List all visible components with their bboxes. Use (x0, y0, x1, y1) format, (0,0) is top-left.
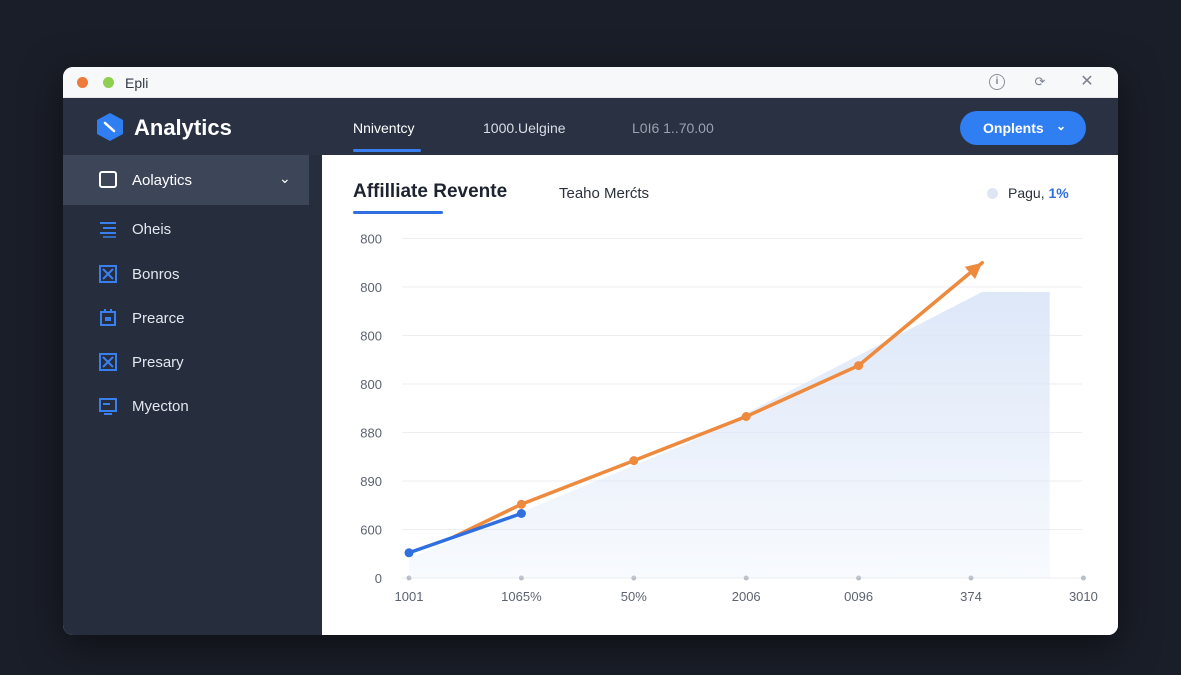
title-underline (353, 211, 443, 214)
legend-text: Pagu, (1008, 185, 1045, 201)
data-point (741, 411, 751, 421)
y-tick-label: 800 (360, 329, 382, 344)
sidebar-item-myecton[interactable]: Myecton (63, 386, 309, 426)
options-button[interactable]: Onplents ⌄ (960, 111, 1086, 145)
area-series (409, 291, 1050, 578)
legend-value: 1% (1048, 185, 1069, 201)
chart-title: Affilliate Revente (353, 181, 508, 202)
sidebar-item-label: Bonros (132, 266, 180, 283)
refresh-icon[interactable]: ⟳ (1032, 74, 1048, 90)
top-bar: Analytics Nniventcy 1000.Uelgine L0I6 1.… (63, 98, 1118, 155)
chart-subtitle[interactable]: Teaho Merćts (559, 185, 649, 202)
y-tick-label: 880 (360, 426, 382, 441)
legend-label: Pagu, 1% (1008, 185, 1069, 201)
logo-icon (97, 113, 123, 141)
list-icon (100, 222, 116, 238)
x-tick-label: 3010 (1069, 589, 1098, 604)
main-panel: Affilliate Revente Teaho Merćts Pagu, 1%… (322, 155, 1118, 635)
close-icon[interactable]: ✕ (1079, 74, 1095, 90)
sidebar-item-analytics[interactable]: Aolaytics ⌄ (63, 155, 309, 205)
tab-loi6[interactable]: L0I6 1..70.00 (632, 120, 714, 136)
x-tick-label: 1001 (395, 589, 424, 604)
y-tick-label: 600 (360, 523, 382, 538)
legend-marker (987, 188, 998, 199)
tab-uelgine[interactable]: 1000.Uelgine (483, 120, 566, 136)
chevron-down-icon: ⌄ (1056, 119, 1067, 133)
dashboard-icon (99, 171, 117, 188)
box-x-icon (99, 265, 117, 283)
x-tick-label: 374 (960, 589, 982, 604)
y-tick-label: 890 (360, 474, 382, 489)
sidebar-item-label: Presary (132, 354, 184, 371)
sidebar-item-label: Aolaytics (132, 172, 193, 189)
monitor-icon (99, 398, 117, 415)
sidebar-item-label: Myecton (132, 398, 189, 415)
sidebar-item-label: Oheis (132, 221, 172, 238)
window-title: Epli (125, 75, 149, 91)
active-tab-indicator (353, 149, 421, 152)
tab-nniventcy[interactable]: Nniventcy (353, 120, 414, 136)
x-tick (1080, 575, 1086, 581)
x-tick-label: 50% (621, 589, 647, 604)
y-tick-label: 800 (360, 280, 382, 295)
sidebar-item-label: Prearce (132, 310, 185, 327)
info-icon[interactable]: i (989, 74, 1005, 90)
data-point (854, 361, 864, 371)
box-x-icon (99, 353, 117, 371)
data-point (404, 548, 414, 558)
chevron-down-icon: ⌄ (279, 170, 291, 186)
sidebar-item-bonros[interactable]: Bonros (63, 254, 309, 294)
sidebar-item-presary[interactable]: Presary (63, 342, 309, 382)
x-tick-label: 2006 (732, 589, 761, 604)
data-point (629, 456, 639, 466)
maximize-window-dot[interactable] (103, 77, 114, 88)
app-window: Epli i ⟳ ✕ Analytics Nniventcy 1000.Uelg… (63, 67, 1118, 635)
title-bar: Epli i ⟳ ✕ (63, 67, 1118, 98)
data-point (516, 499, 526, 509)
y-tick-label: 0 (375, 571, 382, 586)
data-point (516, 508, 526, 518)
sidebar-item-prearce[interactable]: Prearce (63, 298, 309, 338)
close-window-dot[interactable] (77, 77, 88, 88)
app-name: Analytics (134, 115, 232, 140)
x-tick-label: 0096 (844, 589, 873, 604)
sidebar: Aolaytics ⌄ Oheis Bonros Prearce Presary… (63, 155, 322, 635)
frame-icon (100, 309, 116, 326)
options-button-label: Onplents (983, 120, 1044, 136)
y-tick-label: 800 (360, 377, 382, 392)
x-tick-label: 1065% (501, 589, 542, 604)
y-tick-label: 800 (360, 232, 382, 247)
revenue-chart: 800 800 800 800 880 890 600 0 1001 1065% 50% 2006 00… (360, 232, 1098, 605)
sidebar-item-oheis[interactable]: Oheis (63, 209, 309, 249)
